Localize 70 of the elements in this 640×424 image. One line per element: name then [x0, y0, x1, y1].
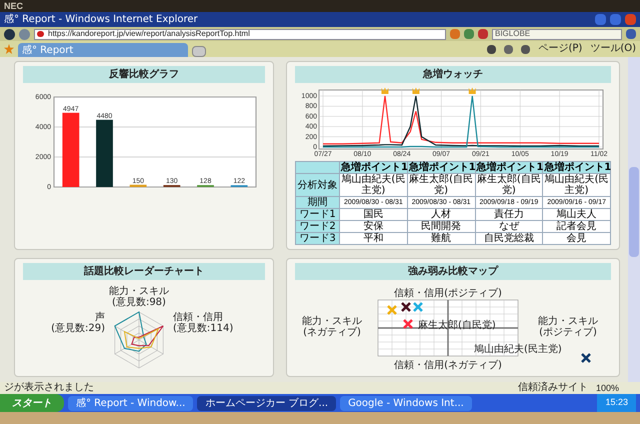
table-cell: 会見 [542, 232, 610, 244]
crown-icon [468, 88, 476, 94]
point-label: 鳩山由紀夫(民主党) [474, 344, 562, 355]
forward-button[interactable] [19, 28, 30, 40]
start-button[interactable]: スタート [0, 394, 64, 412]
axis-label: 能力・スキル (ネガティブ) [302, 316, 362, 338]
table-cell: 記者会見 [542, 220, 610, 232]
column-header: 急増ポイント1 [407, 162, 475, 174]
table-cell: 平和 [340, 232, 408, 244]
scrollbar[interactable] [628, 57, 640, 382]
row-header: ワード3 [296, 232, 340, 244]
security-zone: 信頼済みサイト [518, 383, 588, 393]
panel-title: 急増ウォッチ [295, 66, 611, 83]
refresh-button[interactable] [464, 29, 474, 39]
monitor-brand: NEC [4, 2, 24, 10]
address-field[interactable]: https://kandoreport.jp/view/report/analysisReportTop.html [34, 28, 446, 40]
tools-menu[interactable]: ツール(O) [590, 44, 636, 54]
crown-icon [381, 88, 388, 94]
scroll-thumb[interactable] [629, 167, 639, 257]
site-icon [37, 31, 44, 37]
status-message: ジが表示されました [4, 383, 94, 393]
table-cell: 国民 [340, 208, 408, 220]
table-cell: 麻生太郎(自民党) [475, 174, 543, 196]
column-header: 急増ポイント1 [542, 162, 610, 174]
stop-button[interactable] [478, 29, 488, 39]
axis-label: 信頼・信用(ポジティブ) [394, 288, 502, 299]
window-title: 感° Report - Windows Internet Explorer [4, 14, 198, 24]
panel-title: 話題比較レーダーチャート [23, 263, 265, 280]
radar-drawing [114, 311, 164, 368]
search-field[interactable]: BIGLOBE [492, 28, 622, 40]
table-cell: 自民党総裁 [475, 232, 543, 244]
bar [96, 120, 113, 187]
row-header: ワード1 [296, 208, 340, 220]
table-cell: 麻生太郎(自民党) [407, 174, 475, 196]
maximize-button[interactable] [610, 14, 621, 25]
table-cell: 鳩山由紀夫(民主党) [340, 174, 408, 196]
bar [130, 184, 147, 187]
new-tab-button[interactable] [192, 46, 206, 57]
table-cell: 難航 [407, 232, 475, 244]
system-tray-clock: 15:23 [597, 394, 636, 412]
crown-icon [412, 88, 420, 94]
row-header: 期間 [296, 196, 340, 208]
row-header: 分析対象 [296, 174, 340, 196]
taskbar-button[interactable]: 感° Report - Window... [68, 396, 194, 410]
zoom-level[interactable]: 100% [596, 384, 636, 392]
table-cell: 人材 [407, 208, 475, 220]
table-cell: 安保 [340, 220, 408, 232]
taskbar-button[interactable]: Google - Windows Int... [340, 396, 472, 410]
table-cell: 鳩山夫人 [542, 208, 610, 220]
back-button[interactable] [4, 28, 15, 40]
table-cell: 民間開発 [407, 220, 475, 232]
panel-title: 強み弱み比較マップ [295, 263, 611, 280]
close-button[interactable] [625, 14, 636, 25]
minimize-button[interactable] [595, 14, 606, 25]
panel-title: 反響比較グラフ [23, 66, 265, 83]
table-corner [296, 162, 340, 174]
column-header: 急増ポイント1 [475, 162, 543, 174]
axis-label: 能力・スキル (ポジティブ) [538, 316, 598, 338]
page-menu[interactable]: ページ(P) [538, 44, 582, 54]
favorites-star-icon[interactable] [4, 44, 14, 54]
row-header: ワード2 [296, 220, 340, 232]
table-cell: 鳩山由紀夫(民主党) [542, 174, 610, 196]
axis-label: 声 (意見数:29) [51, 312, 105, 334]
axis-label: 信頼・信用 (意見数:114) [173, 312, 234, 334]
axis-label: 能力・スキル (意見数:98) [109, 286, 169, 308]
table-cell: 責任力 [475, 208, 543, 220]
column-header: 急増ポイント1 [340, 162, 408, 174]
table-cell: なぜ [475, 220, 543, 232]
axis-label: 信頼・信用(ネガティブ) [394, 360, 502, 371]
taskbar-button[interactable]: ホームページカー ブログ... [197, 396, 336, 410]
